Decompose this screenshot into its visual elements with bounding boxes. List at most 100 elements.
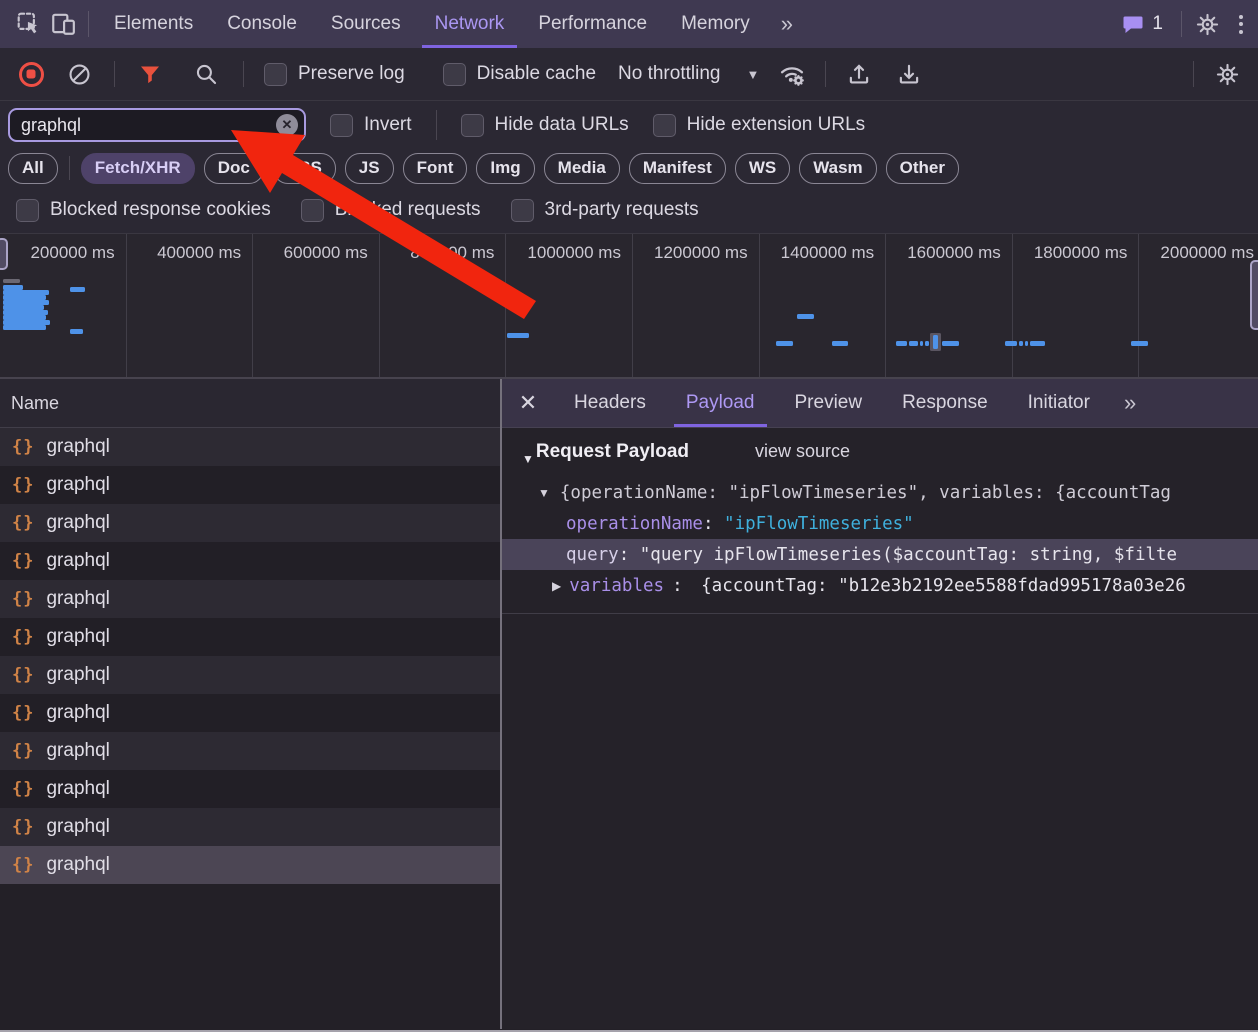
view-source-link[interactable]: view source — [755, 441, 850, 462]
tab-memory[interactable]: Memory — [664, 0, 767, 48]
divider — [502, 613, 1258, 614]
tab-network[interactable]: Network — [418, 0, 522, 48]
chip-manifest[interactable]: Manifest — [629, 153, 726, 184]
request-timing-bar — [3, 325, 46, 330]
request-timing-bar — [776, 341, 793, 346]
payload-root-node[interactable]: ▼ {operationName: "ipFlowTimeseries", va… — [502, 477, 1258, 508]
close-details-button[interactable]: ✕ — [502, 379, 554, 427]
inspect-element-button[interactable] — [12, 7, 46, 41]
hide-extension-urls-toggle[interactable]: Hide extension URLs — [653, 114, 865, 137]
request-row[interactable]: {}graphql — [0, 808, 500, 846]
request-timing-bar — [942, 341, 959, 346]
tab-sources[interactable]: Sources — [314, 0, 418, 48]
json-braces-icon: {} — [12, 437, 34, 457]
request-name: graphql — [46, 740, 109, 762]
blocked-response-cookies-toggle[interactable]: Blocked response cookies — [16, 199, 271, 222]
more-panels-button[interactable]: » — [767, 0, 805, 48]
request-row[interactable]: {}graphql — [0, 580, 500, 618]
chip-img[interactable]: Img — [476, 153, 534, 184]
network-conditions-button[interactable] — [775, 57, 809, 91]
device-toolbar-button[interactable] — [46, 7, 80, 41]
payload-property-query[interactable]: query: "query ipFlowTimeseries($accountT… — [502, 539, 1258, 570]
tab-console[interactable]: Console — [210, 0, 314, 48]
export-har-button[interactable] — [892, 57, 926, 91]
details-tab-bar: ✕ HeadersPayloadPreviewResponseInitiator… — [502, 379, 1258, 428]
request-row[interactable]: {}graphql — [0, 466, 500, 504]
request-row[interactable]: {}graphql — [0, 504, 500, 542]
property-key: query — [566, 545, 619, 565]
blocked-requests-toggle[interactable]: Blocked requests — [301, 199, 481, 222]
devtools-top-bar: ElementsConsoleSourcesNetworkPerformance… — [0, 0, 1258, 48]
separator — [1181, 11, 1182, 37]
issues-button[interactable]: 1 — [1111, 0, 1173, 48]
chip-js[interactable]: JS — [345, 153, 394, 184]
request-row[interactable]: {} graphql — [0, 656, 500, 694]
tab-performance[interactable]: Performance — [521, 0, 664, 48]
details-tab-response[interactable]: Response — [882, 379, 1008, 427]
collapse-triangle-icon[interactable]: ▼ — [522, 452, 534, 466]
clear-filter-icon[interactable]: ✕ — [276, 114, 298, 136]
name-column-header[interactable]: Name — [0, 379, 500, 428]
request-name: graphql — [46, 664, 109, 686]
hide-data-urls-toggle[interactable]: Hide data URLs — [461, 114, 629, 137]
chip-media[interactable]: Media — [544, 153, 620, 184]
chip-css[interactable]: CSS — [273, 153, 336, 184]
request-timing-bar — [925, 341, 929, 346]
filter-input[interactable] — [8, 108, 306, 142]
request-row[interactable]: {}graphql — [0, 542, 500, 580]
request-timing-bar — [920, 341, 923, 346]
request-row[interactable]: {}graphql — [0, 694, 500, 732]
payload-property-variables[interactable]: ▶variables: {accountTag: "b12e3b2192ee55… — [502, 570, 1258, 601]
search-button[interactable] — [189, 57, 223, 91]
chip-doc[interactable]: Doc — [204, 153, 264, 184]
filter-button[interactable] — [133, 57, 167, 91]
json-braces-icon: {} — [12, 665, 34, 685]
separator — [88, 11, 89, 37]
upload-icon — [846, 61, 872, 87]
request-details-panel: ✕ HeadersPayloadPreviewResponseInitiator… — [502, 379, 1258, 1029]
clear-icon — [67, 62, 92, 87]
network-overview-timeline[interactable]: 200000 ms400000 ms600000 ms800000 ms1000… — [0, 233, 1258, 379]
request-row[interactable]: {}graphql — [0, 618, 500, 656]
request-row[interactable]: {}graphql — [0, 846, 500, 884]
clear-network-log-button[interactable] — [62, 57, 96, 91]
chip-font[interactable]: Font — [403, 153, 468, 184]
request-name: graphql — [46, 778, 109, 800]
expand-triangle-icon[interactable]: ▼ — [538, 486, 550, 500]
tab-elements[interactable]: Elements — [97, 0, 210, 48]
chip-other[interactable]: Other — [886, 153, 959, 184]
chip-wasm[interactable]: Wasm — [799, 153, 876, 184]
disable-cache-toggle[interactable]: Disable cache — [443, 63, 596, 86]
network-settings-button[interactable] — [1210, 57, 1244, 91]
details-tab-initiator[interactable]: Initiator — [1008, 379, 1110, 427]
settings-button[interactable] — [1190, 7, 1224, 41]
chip-fetch-xhr[interactable]: Fetch/XHR — [81, 153, 195, 184]
details-tab-headers[interactable]: Headers — [554, 379, 666, 427]
record-network-log-button[interactable] — [14, 57, 48, 91]
more-detail-tabs-button[interactable]: » — [1110, 379, 1148, 427]
json-braces-icon: {} — [12, 475, 34, 495]
invert-filter-toggle[interactable]: Invert — [330, 114, 412, 137]
import-har-button[interactable] — [842, 57, 876, 91]
request-timing-bar — [933, 335, 938, 349]
throttling-select[interactable]: No throttling ▼ — [618, 63, 759, 85]
json-braces-icon: {} — [12, 627, 34, 647]
more-options-button[interactable] — [1224, 7, 1258, 41]
request-row[interactable]: {}graphql — [0, 770, 500, 808]
3rd-party-requests-toggle[interactable]: 3rd-party requests — [511, 199, 699, 222]
blocked-requests-checkbox[interactable] — [301, 199, 324, 222]
request-row[interactable]: {}graphql — [0, 732, 500, 770]
details-tab-preview[interactable]: Preview — [775, 379, 883, 427]
request-timing-bar — [909, 341, 918, 346]
blocked-response-cookies-checkbox[interactable] — [16, 199, 39, 222]
expand-triangle-icon[interactable]: ▶ — [552, 579, 561, 593]
request-row[interactable]: {}graphql — [0, 428, 500, 466]
details-tab-payload[interactable]: Payload — [666, 379, 775, 427]
preserve-log-toggle[interactable]: Preserve log — [264, 63, 405, 86]
overview-right-grip[interactable] — [1250, 260, 1258, 330]
overview-left-grip[interactable] — [0, 238, 8, 270]
chip-ws[interactable]: WS — [735, 153, 790, 184]
3rd-party-requests-checkbox[interactable] — [511, 199, 534, 222]
chip-all[interactable]: All — [8, 153, 58, 184]
payload-property-operationname[interactable]: operationName: "ipFlowTimeseries" — [502, 508, 1258, 539]
